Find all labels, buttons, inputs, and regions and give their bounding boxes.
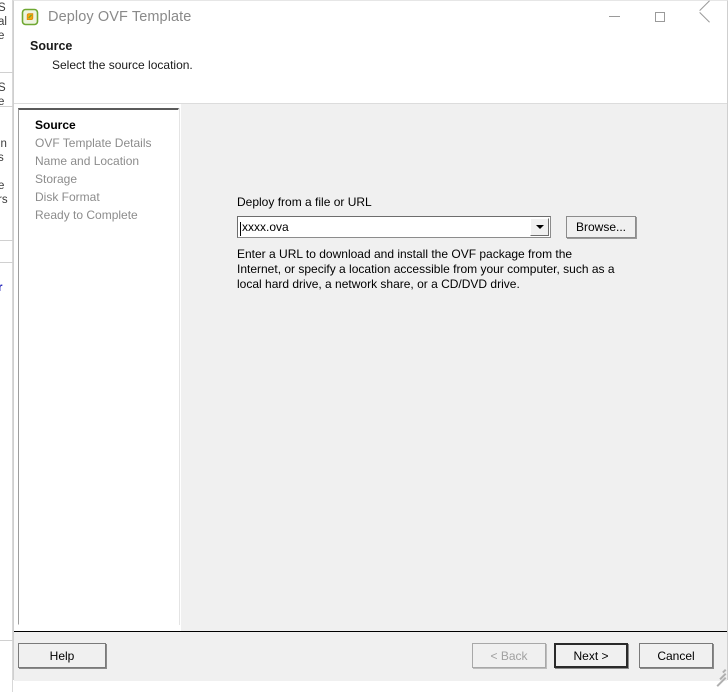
background-divider [0, 72, 13, 73]
next-button[interactable]: Next > [554, 643, 628, 668]
page-subtitle: Select the source location. [52, 58, 193, 72]
dialog-header: Source Select the source location. [14, 32, 727, 104]
dialog-footer: Help < Back Next > Cancel [14, 631, 727, 687]
background-text-fragment: al [0, 16, 7, 28]
resize-grip[interactable] [711, 665, 727, 687]
page-title: Source [30, 39, 73, 53]
maximize-icon [654, 11, 665, 22]
background-text-fragment: in [0, 138, 7, 150]
source-path-input[interactable]: xxxx.ova [238, 220, 530, 236]
wizard-step-list: Source OVF Template Details Name and Loc… [19, 110, 178, 224]
window-title: Deploy OVF Template [48, 8, 192, 25]
minimize-icon [609, 16, 620, 17]
background-text-fragment: e [0, 96, 5, 108]
source-path-combobox[interactable]: xxxx.ova [237, 216, 551, 238]
screen: S al e S e in s i e rs r Deploy OVF Temp… [0, 0, 728, 692]
close-icon [699, 11, 711, 23]
close-button[interactable] [682, 1, 727, 32]
background-text-fragment-link: r [0, 282, 3, 294]
content-panel: Deploy from a file or URL xxxx.ova Brows… [180, 104, 727, 631]
dialog-body: Source OVF Template Details Name and Loc… [14, 104, 727, 631]
background-text-fragment: s [0, 152, 4, 164]
deploy-source-label: Deploy from a file or URL [237, 195, 372, 209]
ovf-template-icon [21, 8, 39, 26]
background-text-fragment: S [0, 82, 6, 94]
title-bar: Deploy OVF Template [14, 1, 727, 32]
source-description: Enter a URL to download and install the … [237, 247, 615, 291]
chevron-down-icon[interactable] [530, 218, 549, 236]
sidebar-item-disk-format[interactable]: Disk Format [19, 188, 178, 206]
back-button[interactable]: < Back [472, 643, 546, 668]
help-button[interactable]: Help [18, 643, 106, 668]
background-divider [0, 640, 13, 641]
background-divider [0, 262, 13, 263]
sidebar-item-name-and-location[interactable]: Name and Location [19, 152, 178, 170]
sidebar-item-storage[interactable]: Storage [19, 170, 178, 188]
background-text-fragment: S [0, 2, 6, 14]
minimize-button[interactable] [592, 1, 637, 32]
window-controls [592, 1, 727, 32]
background-divider [0, 240, 13, 241]
background-text-fragment: e [0, 30, 5, 42]
wizard-steps-sidebar: Source OVF Template Details Name and Loc… [18, 108, 179, 625]
background-text-fragment: i [0, 166, 1, 178]
chevron-down-glyph [535, 225, 544, 229]
sidebar-item-ovf-template-details[interactable]: OVF Template Details [19, 134, 178, 152]
maximize-button[interactable] [637, 1, 682, 32]
browse-button[interactable]: Browse... [566, 216, 636, 238]
background-text-fragment: e [0, 180, 5, 192]
sidebar-item-ready-to-complete[interactable]: Ready to Complete [19, 206, 178, 224]
cancel-button[interactable]: Cancel [639, 643, 713, 668]
background-text-fragment: rs [0, 194, 8, 206]
sidebar-item-source[interactable]: Source [19, 116, 178, 134]
deploy-ovf-template-dialog: Deploy OVF Template Source Select the so… [13, 0, 728, 687]
background-window-strip: S al e S e in s i e rs r [0, 0, 13, 692]
